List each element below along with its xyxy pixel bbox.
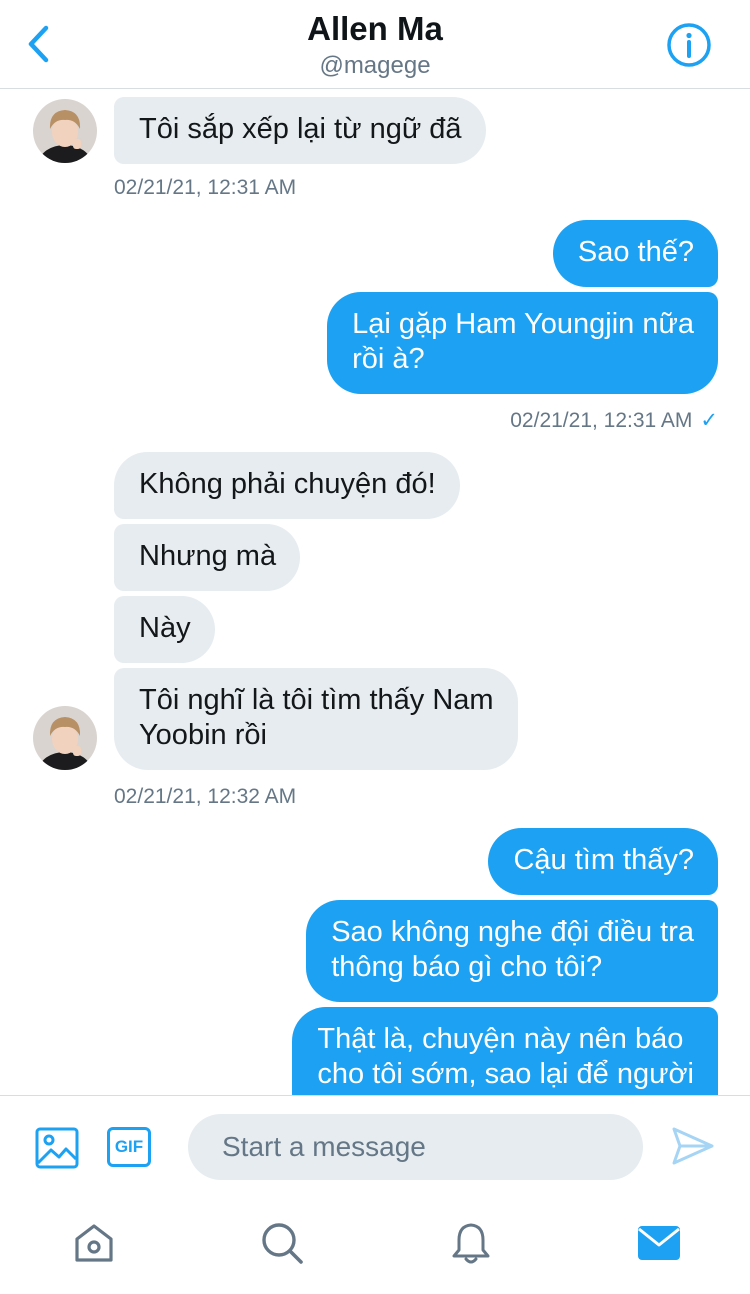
message-text-line: thông báo gì cho tôi? (331, 951, 603, 983)
message-text: Nhưng mà (139, 540, 277, 572)
info-button[interactable] (666, 22, 712, 68)
message-text-line: Thật là, chuyện này nên báo (317, 1023, 684, 1055)
message-text-line: Tôi nghĩ là tôi tìm thấy Nam (139, 684, 494, 716)
outgoing-message[interactable]: Sao không nghe đội điều tra thông báo gì… (306, 900, 718, 1002)
message-input[interactable] (188, 1114, 643, 1180)
message-text-line: Sao không nghe đội điều tra (331, 916, 694, 948)
message-text-line: cho tôi sớm, sao lại để người (317, 1058, 694, 1090)
tab-notifications[interactable] (448, 1220, 494, 1266)
avatar[interactable] (33, 99, 97, 163)
conversation-header: Allen Ma @magege (0, 0, 750, 89)
avatar[interactable] (33, 706, 97, 770)
send-icon (672, 1127, 714, 1165)
conversation-handle[interactable]: @magege (0, 52, 750, 80)
tab-messages[interactable] (636, 1220, 682, 1266)
tab-search[interactable] (259, 1220, 305, 1266)
home-icon (75, 1224, 113, 1262)
message-text: Không phải chuyện đó! (139, 468, 436, 500)
incoming-message[interactable]: Tôi sắp xếp lại từ ngữ đã (114, 97, 486, 164)
incoming-message[interactable]: Nhưng mà (114, 524, 301, 591)
send-button[interactable] (670, 1123, 716, 1169)
incoming-message[interactable]: Này (114, 596, 215, 663)
message-timestamp: 02/21/21, 12:31 AM ✓ (510, 408, 718, 433)
outgoing-message[interactable]: Sao thế? (552, 220, 718, 287)
mail-icon (638, 1226, 680, 1260)
message-list[interactable]: Tôi sắp xếp lại từ ngữ đã 02/21/21, 12:3… (0, 89, 750, 1095)
conversation-title[interactable]: Allen Ma (0, 10, 750, 48)
outgoing-message[interactable]: Lại gặp Ham Youngjin nữa rồi à? (327, 292, 718, 394)
message-text-line: rồi à? (352, 343, 425, 375)
gif-icon[interactable]: GIF (107, 1127, 151, 1167)
read-check-icon: ✓ (700, 409, 718, 432)
message-timestamp: 02/21/21, 12:32 AM (114, 785, 297, 808)
outgoing-message[interactable]: Cậu tìm thấy? (488, 828, 718, 895)
add-photo-button[interactable] (34, 1125, 80, 1171)
message-text: Tôi sắp xếp lại từ ngữ đã (139, 113, 462, 145)
tab-home[interactable] (71, 1220, 117, 1266)
outgoing-message[interactable]: Thật là, chuyện này nên báo cho tôi sớm,… (292, 1007, 718, 1095)
message-text-line: Yoobin rồi (139, 719, 267, 751)
info-icon (667, 23, 711, 67)
message-text-line: Lại gặp Ham Youngjin nữa (352, 308, 694, 340)
message-text: Cậu tìm thấy? (513, 844, 694, 876)
timestamp-text: 02/21/21, 12:31 AM (510, 409, 693, 432)
message-text: Này (139, 612, 191, 644)
message-composer: GIF (0, 1095, 750, 1201)
bell-icon (452, 1223, 490, 1264)
image-icon (35, 1127, 79, 1169)
incoming-message[interactable]: Không phải chuyện đó! (114, 452, 460, 519)
message-text: Sao thế? (577, 236, 694, 268)
incoming-message[interactable]: Tôi nghĩ là tôi tìm thấy Nam Yoobin rồi (114, 668, 518, 770)
search-icon (262, 1223, 303, 1264)
message-timestamp: 02/21/21, 12:31 AM (114, 176, 297, 199)
bottom-tab-bar (0, 1200, 750, 1294)
